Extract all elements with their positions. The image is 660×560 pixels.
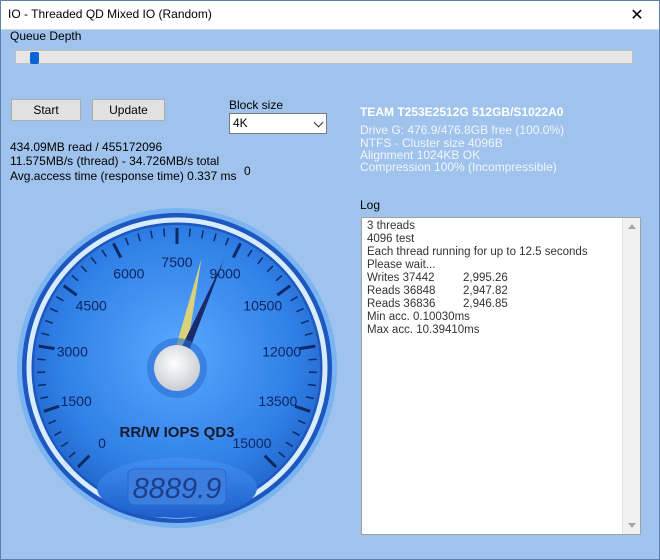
log-result-value: 2,995.26 — [463, 272, 508, 284]
gauge-tick-label: 0 — [98, 435, 106, 451]
gauge-minor-tick — [38, 383, 47, 387]
stats-read: 434.09MB read / 455172096 — [10, 140, 163, 154]
counter-value: 0 — [244, 164, 251, 178]
log-box[interactable]: 3 threads 4096 test Each thread running … — [361, 217, 641, 535]
gauge-tick-label: 1500 — [61, 393, 92, 409]
gauge-tick-label: 9000 — [210, 266, 241, 282]
log-scrollbar[interactable] — [622, 218, 640, 534]
gauge-tick-label: 6000 — [113, 266, 144, 282]
scroll-down-arrow-icon[interactable] — [628, 523, 636, 528]
drive-info-free: Drive G: 476.9/476.8GB free (100.0%) — [360, 123, 565, 137]
gauge-tick-label: 12000 — [262, 343, 301, 359]
gauge-tick-label: 7500 — [161, 254, 192, 270]
update-button[interactable]: Update — [92, 99, 165, 121]
close-button[interactable]: ✕ — [615, 1, 659, 29]
log-line: Each thread running for up to 12.5 secon… — [367, 246, 588, 258]
gauge-title: RR/W IOPS QD3 — [119, 424, 234, 441]
gauge-tick-label: 4500 — [76, 298, 107, 314]
gauge-tick-label: 15000 — [232, 435, 271, 451]
app-window: IO - Threaded QD Mixed IO (Random) ✕ Que… — [0, 0, 660, 560]
log-label: Log — [360, 198, 381, 212]
gauge-tick-label: 10500 — [243, 298, 282, 314]
drive-title: TEAM T253E2512G 512GB/S1022A0 — [360, 105, 564, 119]
log-line: Max acc. 10.39410ms — [367, 324, 480, 336]
log-line: 3 threads — [367, 220, 415, 232]
iops-gauge: 0 1500 3000 4500 6000 7500 900010500 12000 13500… — [17, 208, 337, 528]
title-bar: IO - Threaded QD Mixed IO (Random) ✕ — [1, 1, 659, 30]
block-size-label: Block size — [229, 98, 284, 112]
log-result-value: 2,946.85 — [463, 298, 508, 310]
log-result-name: Writes 37442 — [367, 272, 435, 284]
gauge-minor-tick — [308, 358, 317, 361]
stats-access-time: Avg.access time (response time) 0.337 ms — [10, 169, 237, 183]
digital-display-value: 8889.9 — [133, 473, 222, 505]
window-title: IO - Threaded QD Mixed IO (Random) — [8, 7, 212, 21]
log-lines: 3 threads 4096 test Each thread running … — [367, 220, 588, 337]
log-result-row: Reads 36848 2,947.82 — [367, 285, 588, 298]
log-result-name: Reads 36836 — [367, 298, 436, 310]
gauge-tick-label: 13500 — [258, 393, 297, 409]
log-line: Please wait... — [367, 259, 436, 271]
gauge-hub — [154, 345, 200, 391]
log-result-value: 2,947.82 — [463, 285, 508, 297]
queue-depth-label: Queue Depth — [10, 29, 82, 43]
start-button[interactable]: Start — [11, 99, 81, 121]
stats-throughput: 11.575MB/s (thread) - 34.726MB/s total — [10, 154, 220, 168]
gauge-tick-label: 3000 — [57, 343, 88, 359]
queue-depth-slider-thumb[interactable] — [30, 52, 40, 64]
queue-depth-slider[interactable] — [15, 50, 633, 64]
gauge-minor-tick — [163, 228, 166, 237]
log-result-row: Writes 37442 2,995.26 — [367, 272, 588, 285]
chevron-down-icon — [313, 117, 324, 128]
gauge-minor-tick — [37, 358, 46, 361]
gauge-minor-tick — [188, 228, 191, 237]
log-line: Min acc. 0.10030ms — [367, 311, 470, 323]
block-size-select[interactable]: 4K — [229, 113, 327, 134]
scroll-up-arrow-icon[interactable] — [628, 224, 636, 229]
log-result-name: Reads 36848 — [367, 285, 436, 297]
log-result-row: Reads 36836 2,946.85 — [367, 298, 588, 311]
block-size-value: 4K — [233, 116, 248, 130]
log-line: 4096 test — [367, 233, 415, 245]
gauge-minor-tick — [307, 383, 316, 387]
drive-info-compression: Compression 100% (Incompressible) — [360, 160, 557, 174]
